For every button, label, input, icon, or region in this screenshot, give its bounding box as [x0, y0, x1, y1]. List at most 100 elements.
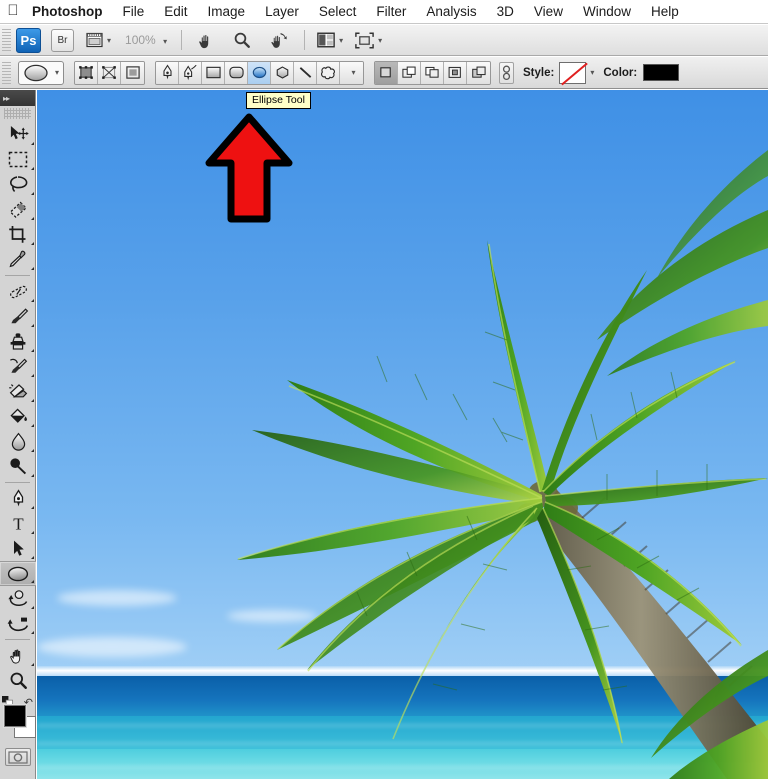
flyout-triangle-icon [31, 663, 34, 666]
ellipse-shape-tool[interactable] [0, 561, 36, 586]
dodge-tool[interactable] [0, 454, 36, 479]
crop-tool[interactable] [0, 222, 36, 247]
polygon-icon [276, 66, 288, 79]
3d-object-rotate-tool[interactable] [0, 586, 36, 611]
foreground-color-swatch[interactable] [4, 705, 26, 727]
3d-object-rotate-icon [8, 590, 28, 606]
pen-icon [13, 489, 23, 507]
crop-icon [9, 226, 26, 243]
tools-panel-collapse-button[interactable]: ▸▸ [0, 90, 35, 106]
flyout-triangle-icon [31, 242, 34, 245]
hand-icon [10, 649, 21, 664]
rectangular-marquee-tool[interactable] [0, 147, 36, 172]
blur-tool[interactable] [0, 429, 36, 454]
rectangle-tool-button[interactable] [202, 61, 226, 84]
gradient-tool[interactable] [0, 404, 36, 429]
geometry-options-button[interactable]: ▾ [340, 61, 364, 84]
color-controls: ↶ [0, 696, 36, 742]
eyedropper-tool[interactable] [0, 247, 36, 272]
clone-stamp-tool[interactable] [0, 329, 36, 354]
red-arrow-annotation [205, 113, 293, 223]
menu-item-edit[interactable]: Edit [154, 0, 197, 24]
bridge-button[interactable]: Br [51, 28, 74, 52]
zoom-tool[interactable] [0, 668, 36, 693]
history-brush-tool[interactable] [0, 354, 36, 379]
flyout-triangle-icon [31, 556, 34, 559]
menu-item-filter[interactable]: Filter [366, 0, 416, 24]
application-bar-grip[interactable] [2, 29, 11, 51]
zoom-level-field[interactable]: 100% ▾ [125, 33, 167, 47]
menu-item-analysis[interactable]: Analysis [416, 0, 486, 24]
screen-mode-caret: ▾ [378, 35, 383, 45]
tools-panel-grip[interactable] [4, 108, 31, 119]
options-bar-grip[interactable] [2, 61, 11, 84]
eraser-tool[interactable] [0, 379, 36, 404]
hand-icon [198, 34, 208, 48]
intersect-shape-areas-button[interactable] [421, 61, 445, 84]
paths-button[interactable] [98, 61, 122, 84]
rotate-view-tool-button[interactable] [266, 28, 290, 52]
divider-2 [304, 30, 306, 50]
polygon-tool-button[interactable] [271, 61, 295, 84]
flyout-triangle-icon [31, 142, 34, 145]
style-caret[interactable]: ▾ [590, 68, 594, 77]
flyout-triangle-icon [31, 299, 34, 302]
shape-layers-button[interactable] [75, 61, 99, 84]
pen-tool[interactable] [0, 486, 36, 511]
flyout-triangle-icon [31, 374, 34, 377]
shape-layers-icon [79, 66, 93, 79]
flyout-triangle-icon [31, 449, 34, 452]
zoom-icon [234, 32, 250, 48]
style-swatch[interactable] [559, 61, 589, 85]
brush-tool[interactable] [0, 304, 36, 329]
exclude-overlapping-areas-button[interactable] [444, 61, 468, 84]
menu-item-window[interactable]: Window [573, 0, 641, 24]
menu-item-3d[interactable]: 3D [487, 0, 524, 24]
apple-logo-icon[interactable]:  [0, 3, 26, 20]
eraser-icon [8, 383, 27, 398]
quick-selection-tool[interactable] [0, 197, 36, 222]
divider [181, 30, 183, 50]
tools-divider-3 [5, 639, 30, 640]
quick-mask-button[interactable] [4, 748, 31, 766]
mini-bridge-button[interactable]: ▾ [86, 28, 111, 52]
ellipse-tool-button[interactable] [248, 61, 272, 84]
menu-item-help[interactable]: Help [641, 0, 689, 24]
ellipse-icon [252, 66, 266, 79]
menu-item-image[interactable]: Image [198, 0, 256, 24]
add-to-shape-area-button[interactable] [375, 61, 399, 84]
screen-mode-button[interactable]: ▾ [355, 28, 382, 52]
launch-bridge-ps-button[interactable]: Ps [16, 27, 41, 53]
move-tool[interactable] [0, 122, 36, 147]
link-shapes-button[interactable] [499, 61, 515, 84]
path-selection-tool[interactable] [0, 536, 36, 561]
fill-pixels-button[interactable] [121, 61, 145, 84]
line-tool-button[interactable] [294, 61, 318, 84]
rounded-rectangle-icon [228, 66, 244, 79]
zoom-tool-button[interactable] [230, 28, 254, 52]
subtract-from-shape-area-button[interactable] [398, 61, 422, 84]
menu-item-file[interactable]: File [113, 0, 155, 24]
menu-item-select[interactable]: Select [309, 0, 367, 24]
menu-item-photoshop[interactable]: Photoshop [26, 0, 113, 24]
freeform-pen-tool-button[interactable] [179, 61, 203, 84]
menu-item-layer[interactable]: Layer [255, 0, 309, 24]
combine-shape-areas-button[interactable] [467, 61, 491, 84]
tool-preset-picker[interactable]: ▾ [18, 60, 65, 85]
spot-healing-brush-tool[interactable] [0, 279, 36, 304]
color-swatch[interactable] [643, 64, 680, 81]
menu-bar:  Photoshop File Edit Image Layer Select… [0, 0, 768, 24]
arrange-documents-button[interactable]: ▾ [317, 28, 343, 52]
hand-tool[interactable] [0, 643, 36, 668]
menu-item-view[interactable]: View [524, 0, 573, 24]
hand-tool-button[interactable] [194, 28, 218, 52]
horizontal-type-tool[interactable]: T [0, 511, 36, 536]
3d-camera-orbit-tool[interactable] [0, 611, 36, 636]
document-canvas[interactable] [37, 90, 768, 779]
rounded-rectangle-tool-button[interactable] [225, 61, 249, 84]
custom-shape-icon [321, 66, 335, 79]
tools-divider-2 [5, 482, 30, 483]
pen-tool-button[interactable] [156, 61, 180, 84]
lasso-tool[interactable] [0, 172, 36, 197]
custom-shape-tool-button[interactable] [317, 61, 341, 84]
